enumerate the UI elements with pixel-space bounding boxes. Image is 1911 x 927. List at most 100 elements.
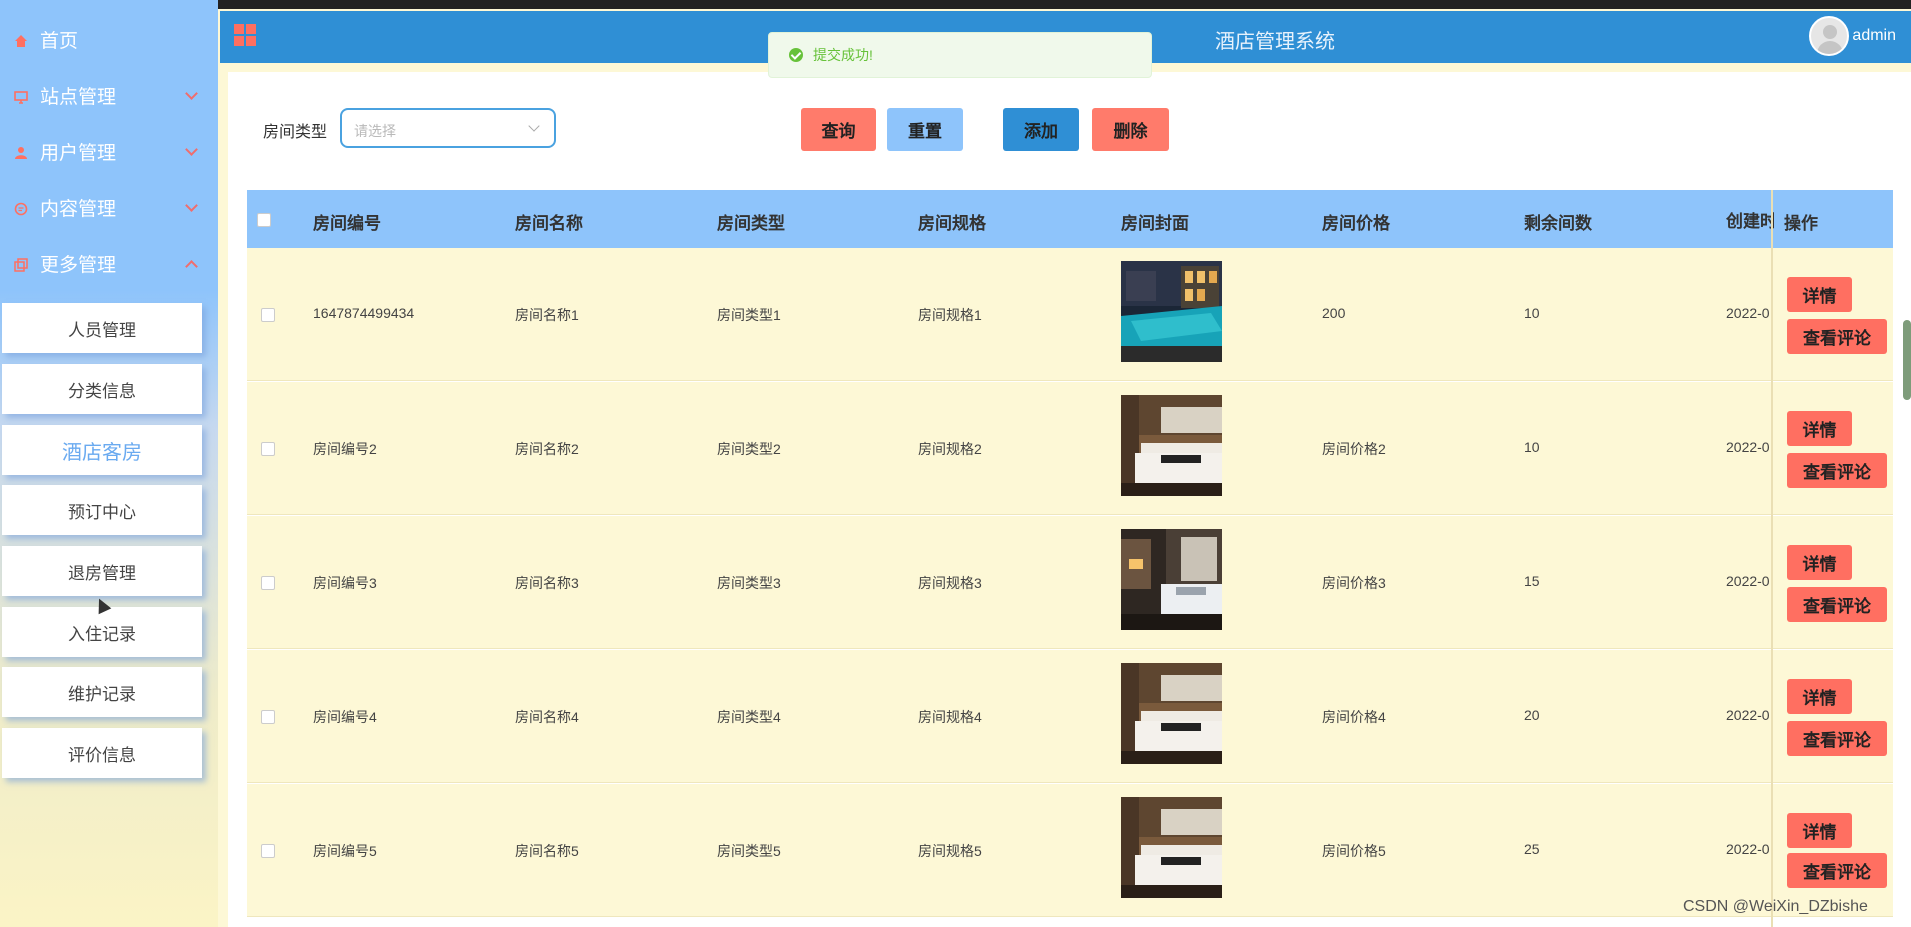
cell-room-spec: 房间规格5	[918, 843, 982, 859]
cell-room-spec: 房间规格3	[918, 575, 982, 591]
user-name[interactable]: admin	[1852, 27, 1896, 45]
cell-price: 200	[1322, 305, 1346, 321]
cell-remaining: 15	[1524, 573, 1540, 589]
sidebar-item-content[interactable]: 内容管理	[0, 179, 218, 235]
cell-room-type: 房间类型5	[717, 843, 781, 859]
submenu-item-category[interactable]: 分类信息	[2, 364, 202, 414]
sidebar: 首页 站点管理 用户管理 内容管理 更多管理 人员管理 分类信息 酒店客房 预订…	[0, 0, 218, 927]
column-header: 房间封面	[1121, 214, 1189, 233]
submenu-item-reviews[interactable]: 评价信息	[2, 728, 202, 778]
detail-button[interactable]: 详情	[1787, 813, 1852, 848]
view-comments-button[interactable]: 查看评论	[1787, 587, 1887, 622]
room-cover-image	[1121, 261, 1222, 362]
monitor-icon	[14, 88, 28, 104]
column-header: 房间名称	[515, 214, 583, 233]
select-all-checkbox[interactable]	[257, 213, 271, 227]
cell-room-name: 房间名称2	[515, 441, 579, 457]
view-comments-button[interactable]: 查看评论	[1787, 721, 1887, 756]
cell-room-spec: 房间规格1	[918, 307, 982, 323]
cell-price: 房间价格3	[1322, 575, 1386, 591]
cell-room-no: 房间编号4	[313, 709, 377, 725]
room-cover-image	[1121, 663, 1222, 764]
table-row: 房间编号5 房间名称5 房间类型5 房间规格5 房间价格5 25 2022-0	[247, 784, 1893, 917]
reset-button[interactable]: 重置	[887, 108, 963, 151]
column-header: 房间价格	[1322, 214, 1390, 233]
sidebar-item-more[interactable]: 更多管理	[0, 235, 218, 291]
cell-room-name: 房间名称4	[515, 709, 579, 725]
window-top-strip	[0, 0, 1911, 9]
table-row: 房间编号4 房间名称4 房间类型4 房间规格4 房间价格4 20 2022-0	[247, 650, 1893, 783]
room-type-filter-label: 房间类型	[263, 124, 328, 141]
row-checkbox[interactable]	[261, 442, 275, 456]
detail-button[interactable]: 详情	[1787, 277, 1852, 312]
cell-room-type: 房间类型3	[717, 575, 781, 591]
avatar[interactable]	[1809, 16, 1849, 56]
watermark: CSDN @WeiXin_DZbishe	[1683, 898, 1868, 915]
chat-icon	[14, 200, 28, 216]
user-icon	[14, 144, 28, 159]
scrollbar[interactable]	[1903, 320, 1911, 400]
cell-room-spec: 房间规格2	[918, 441, 982, 457]
success-check-icon	[789, 48, 803, 62]
chevron-up-icon	[185, 260, 198, 273]
cell-room-type: 房间类型4	[717, 709, 781, 725]
cell-remaining: 25	[1524, 841, 1540, 857]
table-row: 房间编号3 房间名称3 房间类型3 房间规格3 房间价格3 15 2022-0	[247, 516, 1893, 649]
cell-remaining: 10	[1524, 439, 1540, 455]
row-checkbox[interactable]	[261, 308, 275, 322]
cell-room-spec: 房间规格4	[918, 709, 982, 725]
room-type-select[interactable]: 请选择	[340, 108, 556, 148]
cell-room-type: 房间类型1	[717, 307, 781, 323]
cell-price: 房间价格2	[1322, 441, 1386, 457]
view-comments-button[interactable]: 查看评论	[1787, 319, 1887, 354]
sidebar-item-label: 更多管理	[40, 254, 117, 276]
sidebar-item-label: 内容管理	[40, 198, 117, 220]
row-checkbox[interactable]	[261, 576, 275, 590]
column-header: 房间编号	[313, 214, 381, 233]
sidebar-item-users[interactable]: 用户管理	[0, 123, 218, 179]
detail-button[interactable]: 详情	[1787, 679, 1852, 714]
submenu-item-staff[interactable]: 人员管理	[2, 303, 202, 353]
cell-room-type: 房间类型2	[717, 441, 781, 457]
submenu-item-checkout[interactable]: 退房管理	[2, 546, 202, 596]
detail-button[interactable]: 详情	[1787, 411, 1852, 446]
query-button[interactable]: 查询	[801, 108, 876, 151]
column-header: 房间类型	[717, 214, 785, 233]
grid-menu-icon[interactable]	[234, 24, 256, 46]
row-checkbox[interactable]	[261, 710, 275, 724]
submenu-item-booking[interactable]: 预订中心	[2, 485, 202, 535]
column-header-actions: 操作	[1784, 214, 1818, 233]
cell-room-no: 房间编号3	[313, 575, 377, 591]
delete-button[interactable]: 删除	[1092, 108, 1169, 151]
cell-remaining: 20	[1524, 707, 1540, 723]
sidebar-item-label: 首页	[40, 30, 79, 52]
cell-remaining: 10	[1524, 305, 1540, 321]
view-comments-button[interactable]: 查看评论	[1787, 453, 1887, 488]
detail-button[interactable]: 详情	[1787, 545, 1852, 580]
sidebar-item-site[interactable]: 站点管理	[0, 67, 218, 123]
cell-created: 2022-0	[1726, 707, 1770, 723]
page-title: 酒店管理系统	[1215, 31, 1335, 53]
submenu-item-maintenance[interactable]: 维护记录	[2, 667, 202, 717]
room-cover-image	[1121, 797, 1222, 898]
select-placeholder: 请选择	[354, 123, 396, 139]
table-row: 房间编号2 房间名称2 房间类型2 房间规格2 房间价格2 10 2022-0	[247, 382, 1893, 515]
room-cover-image	[1121, 529, 1222, 630]
cell-created: 2022-0	[1726, 573, 1770, 589]
column-header: 创建时间	[1726, 212, 1774, 231]
table-header: 房间编号 房间名称 房间类型 房间规格 房间封面 房间价格 剩余间数 创建时间	[247, 190, 1893, 248]
add-button[interactable]: 添加	[1003, 108, 1079, 151]
copy-icon	[14, 256, 28, 272]
view-comments-button[interactable]: 查看评论	[1787, 853, 1887, 888]
chevron-down-icon	[185, 199, 198, 212]
chevron-down-icon	[185, 143, 198, 156]
row-checkbox[interactable]	[261, 844, 275, 858]
success-toast: 提交成功!	[768, 32, 1152, 78]
cell-room-name: 房间名称3	[515, 575, 579, 591]
sidebar-item-label: 站点管理	[40, 86, 117, 108]
cell-room-name: 房间名称5	[515, 843, 579, 859]
cell-price: 房间价格4	[1322, 709, 1386, 725]
submenu-item-hotel-rooms[interactable]: 酒店客房	[2, 425, 202, 475]
submenu-item-checkin-records[interactable]: 入住记录	[2, 607, 202, 657]
sidebar-item-home[interactable]: 首页	[0, 11, 218, 67]
